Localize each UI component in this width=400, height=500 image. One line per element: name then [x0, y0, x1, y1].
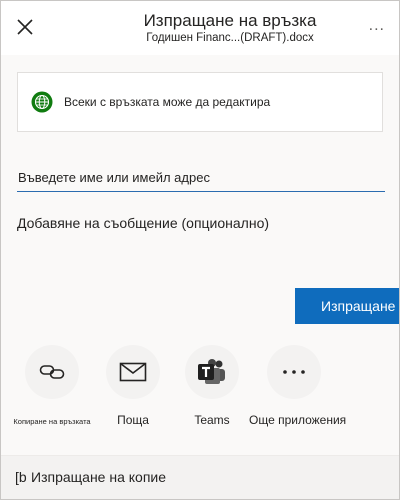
globe-icon	[31, 91, 53, 113]
close-icon[interactable]	[13, 15, 37, 39]
link-settings-button[interactable]: Всеки с връзката може да редактира	[17, 72, 383, 132]
share-dialog: Изпращане на връзка Годишен Financ...(DR…	[0, 0, 400, 500]
copy-link-label: Копиране на връзката	[13, 417, 91, 426]
share-form: Всеки с връзката може да редактира Изпра…	[1, 55, 399, 455]
teams-button[interactable]: Teams	[167, 345, 257, 427]
mail-circle	[106, 345, 160, 399]
send-button[interactable]: Изпращане	[295, 288, 399, 324]
more-apps-icon	[283, 370, 305, 374]
more-apps-button[interactable]: Още приложения	[249, 345, 347, 427]
link-icon	[39, 365, 65, 379]
share-options: Копиране на връзката Поща Teams Още прил…	[1, 345, 399, 455]
copy-link-button[interactable]: Копиране на връзката	[7, 345, 97, 426]
teams-icon	[198, 359, 225, 384]
more-options-icon[interactable]: ...	[369, 17, 385, 35]
recipient-input[interactable]	[17, 163, 385, 192]
message-input[interactable]	[17, 215, 383, 245]
more-apps-label: Още приложения	[249, 413, 347, 427]
copy-link-circle	[25, 345, 79, 399]
dialog-header: Изпращане на връзка Годишен Financ...(DR…	[1, 1, 399, 55]
mail-button[interactable]: Поща	[88, 345, 178, 427]
teams-label: Teams	[194, 413, 230, 427]
more-apps-circle	[267, 345, 321, 399]
dialog-title: Изпращане на връзка	[143, 11, 317, 30]
link-permission-text: Всеки с връзката може да редактира	[64, 95, 271, 109]
file-name: Годишен Financ...(DRAFT).docx	[146, 32, 314, 44]
teams-circle	[185, 345, 239, 399]
send-copy-icon: [b	[15, 469, 27, 485]
send-copy-button[interactable]: [b Изпращане на копие	[1, 455, 399, 499]
mail-label: Поща	[117, 413, 149, 427]
mail-icon	[119, 362, 147, 382]
send-copy-label: Изпращане на копие	[31, 469, 167, 485]
